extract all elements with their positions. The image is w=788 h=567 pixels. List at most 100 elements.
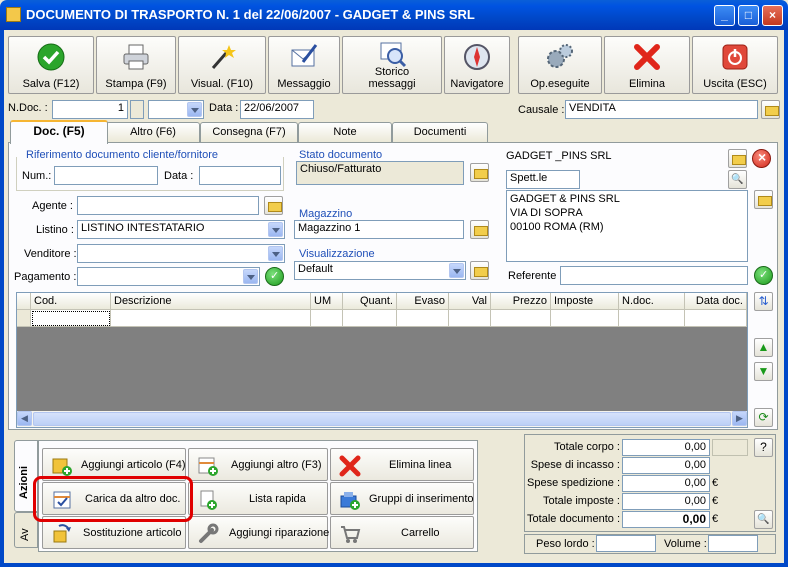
address-box[interactable]: GADGET & PINS SRL VIA DI SOPRA 00100 ROM… (506, 190, 748, 262)
lines-grid[interactable]: Cod. Descrizione UM Quant. Evaso Val Pre… (16, 292, 748, 428)
visual-combo[interactable]: Default (294, 261, 466, 280)
grid-cell[interactable] (551, 310, 619, 327)
grid-cell[interactable] (491, 310, 551, 327)
move-up-icon[interactable]: ▲ (754, 338, 773, 357)
preview-button[interactable]: Visual. (F10) (178, 36, 266, 94)
scroll-left-icon[interactable]: ◀ (17, 411, 32, 426)
grid-header[interactable]: Descrizione (111, 293, 311, 310)
scroll-right-icon[interactable]: ▶ (732, 411, 747, 426)
message-history-button[interactable]: Storico messaggi (342, 36, 442, 94)
cart-button[interactable]: Carrello (330, 516, 474, 549)
listino-value: LISTINO INTESTATARIO (81, 222, 205, 234)
minimize-button[interactable]: _ (714, 5, 735, 26)
cliente-clear-icon[interactable] (752, 149, 771, 168)
chevron-down-icon[interactable] (243, 269, 258, 284)
ndoc-series-combo[interactable] (148, 100, 204, 119)
executed-ops-button[interactable]: Op.eseguite (518, 36, 602, 94)
wrench-icon (199, 523, 219, 543)
tab-documenti[interactable]: Documenti (392, 122, 488, 142)
grid-cell[interactable] (311, 310, 343, 327)
pagamento-confirm-icon[interactable] (265, 267, 284, 286)
magazzino-group-title: Magazzino (299, 208, 353, 220)
title-bar[interactable]: DOCUMENTO DI TRASPORTO N. 1 del 22/06/20… (0, 0, 788, 30)
message-pen-icon (291, 44, 318, 67)
grid-header[interactable]: Prezzo (491, 293, 551, 310)
delete-line-button[interactable]: Elimina linea (330, 448, 474, 481)
visual-folder-icon[interactable] (470, 261, 489, 280)
scroll-thumb[interactable] (33, 412, 731, 426)
referente-confirm-icon[interactable] (754, 266, 773, 285)
grid-header[interactable]: Cod. (31, 293, 111, 310)
compass-icon (464, 44, 490, 70)
grid-cell[interactable] (111, 310, 311, 327)
tab-consegna[interactable]: Consegna (F7) (200, 122, 298, 142)
grid-cell[interactable] (685, 310, 747, 327)
spett-search-icon[interactable]: 🔍 (728, 170, 747, 189)
grid-header[interactable]: Evaso (397, 293, 449, 310)
causale-folder-icon[interactable] (761, 100, 780, 119)
grid-header[interactable]: Quant. (343, 293, 397, 310)
chevron-down-icon[interactable] (187, 102, 202, 117)
save-button[interactable]: Salva (F12) (8, 36, 94, 94)
help-button[interactable]: ? (754, 438, 773, 457)
add-other-button[interactable]: Aggiungi altro (F3) (188, 448, 328, 481)
chevron-down-icon[interactable] (268, 222, 283, 237)
listino-combo[interactable]: LISTINO INTESTATARIO (77, 220, 285, 239)
chevron-down-icon[interactable] (449, 263, 464, 278)
agente-folder-icon[interactable] (264, 196, 283, 215)
causale-input[interactable]: VENDITA (565, 100, 758, 119)
move-updown-icon[interactable]: ⇅ (754, 292, 773, 311)
grid-cell[interactable] (31, 310, 111, 327)
venditore-combo[interactable] (77, 244, 285, 263)
tab-note[interactable]: Note (298, 122, 392, 142)
navigator-button[interactable]: Navigatore (444, 36, 510, 94)
row-indicator[interactable] (17, 310, 31, 327)
magazzino-folder-icon[interactable] (470, 220, 489, 239)
exit-button[interactable]: Uscita (ESC) (692, 36, 778, 94)
print-button[interactable]: Stampa (F9) (96, 36, 176, 94)
maximize-button[interactable]: □ (738, 5, 759, 26)
totale-documento-label: Totale documento : (527, 513, 620, 525)
address-folder-icon[interactable] (754, 190, 773, 209)
rif-date-input[interactable] (199, 166, 281, 185)
tab-doc[interactable]: Doc. (F5) (10, 120, 108, 144)
grid-cell[interactable] (449, 310, 491, 327)
insert-groups-button[interactable]: Gruppi di inserimento (330, 482, 474, 515)
spese-spedizione-value[interactable]: 0,00 (622, 475, 710, 492)
magazzino-input[interactable]: Magazzino 1 (294, 220, 464, 239)
stato-folder-icon[interactable] (470, 163, 489, 182)
volume-input[interactable] (708, 535, 758, 552)
close-window-button[interactable]: × (762, 5, 783, 26)
zoom-totals-icon[interactable]: 🔍 (754, 510, 773, 529)
refresh-lines-icon[interactable]: ⟳ (754, 408, 773, 427)
referente-input[interactable] (560, 266, 748, 285)
date-input[interactable]: 22/06/2007 (240, 100, 314, 119)
grid-header[interactable]: Val (449, 293, 491, 310)
peso-input[interactable] (596, 535, 656, 552)
grid-cell[interactable] (397, 310, 449, 327)
agente-input[interactable] (77, 196, 259, 215)
delete-button[interactable]: Elimina (604, 36, 690, 94)
referente-label: Referente (508, 270, 557, 282)
grid-header[interactable]: UM (311, 293, 343, 310)
delete-x-icon (634, 44, 660, 70)
grid-header[interactable]: N.doc. (619, 293, 685, 310)
cliente-folder-icon[interactable] (728, 149, 747, 168)
grid-header[interactable]: Data doc. (685, 293, 747, 310)
grid-cell[interactable] (343, 310, 397, 327)
ndoc-input[interactable]: 1 (52, 100, 128, 119)
grid-cell[interactable] (619, 310, 685, 327)
tab-altro[interactable]: Altro (F6) (106, 122, 200, 142)
num-input[interactable] (54, 166, 158, 185)
spett-input[interactable]: Spett.le (506, 170, 580, 189)
message-button[interactable]: Messaggio (268, 36, 340, 94)
pagamento-combo[interactable] (77, 267, 260, 286)
quick-list-button[interactable]: Lista rapida (188, 482, 328, 515)
horizontal-scrollbar[interactable]: ◀ ▶ (17, 411, 747, 427)
ndoc-suffix-input[interactable] (130, 100, 144, 119)
preview-label: Visual. (F10) (190, 78, 254, 90)
grid-header[interactable]: Imposte (551, 293, 619, 310)
add-repair-button[interactable]: Aggiungi riparazione (188, 516, 329, 549)
chevron-down-icon[interactable] (268, 246, 283, 261)
move-down-icon[interactable]: ▼ (754, 362, 773, 381)
